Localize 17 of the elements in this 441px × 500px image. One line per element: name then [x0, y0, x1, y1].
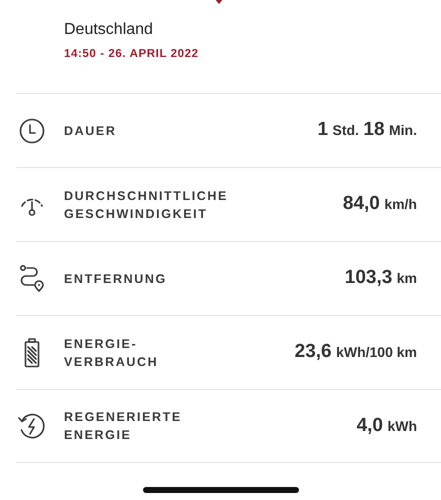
stat-label: DAUER — [64, 122, 118, 140]
regen-icon — [17, 411, 47, 441]
stat-value: 23,6 kWh/100 km — [294, 340, 417, 364]
stat-value: 103,3 km — [344, 266, 417, 290]
battery-icon — [24, 338, 40, 368]
trip-datetime: 14:50 - 26. APRIL 2022 — [64, 47, 200, 62]
route-icon — [19, 264, 45, 294]
stat-label: ENERGIE- VERBRAUCH — [64, 336, 160, 370]
home-indicator[interactable] — [142, 487, 298, 493]
stat-label: DURCHSCHNITTLICHE GESCHWINDIGKEIT — [64, 188, 229, 222]
stat-value: 1 Std. 18 Min. — [317, 118, 417, 142]
stat-value: 4,0 kWh — [356, 414, 417, 438]
clock-icon — [19, 118, 45, 144]
stat-label: ENTFERNUNG — [64, 270, 168, 288]
location-name: Deutschland — [64, 20, 154, 40]
stat-value: 84,0 km/h — [342, 192, 417, 216]
stat-label: REGENERIERTE ENERGIE — [64, 409, 183, 444]
